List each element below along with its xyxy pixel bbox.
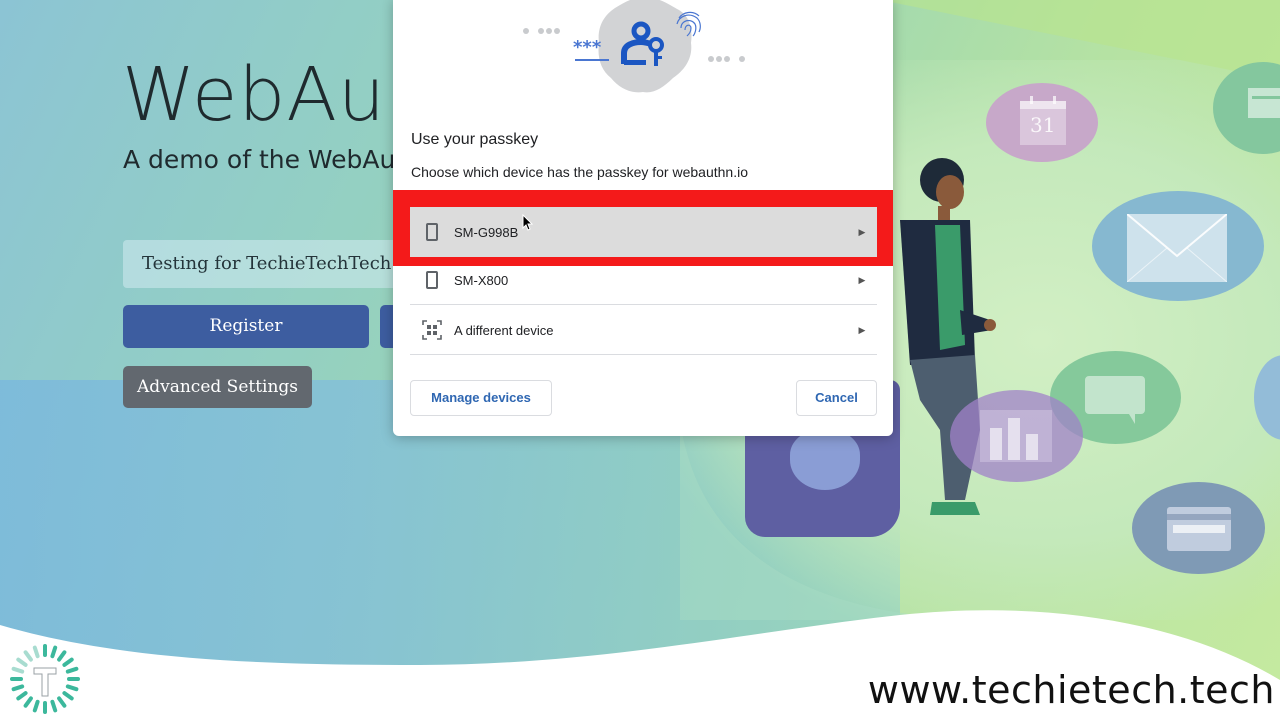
device-label: SM-G998B xyxy=(454,224,519,240)
phone-icon xyxy=(410,223,454,241)
chevron-right-icon: ▶ xyxy=(858,274,866,285)
page-subtitle: A demo of the WebAu xyxy=(123,145,396,174)
chat-icon xyxy=(1085,376,1145,424)
logo-tick xyxy=(32,645,40,659)
device-label: SM-X800 xyxy=(454,272,509,288)
dialog-subtitle: Choose which device has the passkey for … xyxy=(411,164,748,180)
dialog-title: Use your passkey xyxy=(411,131,539,148)
logo-tick xyxy=(23,650,33,662)
chevron-right-icon: ▶ xyxy=(858,226,866,237)
cancel-button[interactable]: Cancel xyxy=(796,380,877,416)
logo-tick xyxy=(57,650,67,662)
device-row-sm-x800[interactable]: SM-X800 ▶ xyxy=(410,255,877,305)
passkey-dialog: *** Use your passkey Choose which device… xyxy=(393,0,893,436)
bar-chart-icon xyxy=(980,410,1052,462)
logo-tick xyxy=(50,645,58,659)
logo-tick xyxy=(32,699,40,713)
presentation-icon xyxy=(1248,84,1280,124)
advanced-settings-button[interactable]: Advanced Settings xyxy=(123,366,312,408)
device-row-sm-g998b[interactable]: SM-G998B ▶ xyxy=(410,207,877,257)
logo-tick xyxy=(11,666,25,674)
logo-tick xyxy=(65,666,79,674)
shield-illustration xyxy=(790,430,860,490)
logo-tick xyxy=(65,684,79,692)
logo-tick xyxy=(16,657,28,667)
phone-icon xyxy=(410,271,454,289)
username-input[interactable]: Testing for TechieTechTech xyxy=(123,240,413,288)
logo-tick xyxy=(23,696,33,708)
logo-tick xyxy=(50,699,58,713)
password-asterisks: *** xyxy=(573,37,602,58)
logo-tick xyxy=(62,657,74,667)
logo-tick xyxy=(57,696,67,708)
device-row-different-device[interactable]: A different device ▶ xyxy=(410,305,877,355)
mail-bubble xyxy=(1092,191,1264,301)
chevron-right-icon: ▶ xyxy=(858,324,866,335)
credit-card-bubble xyxy=(1132,482,1265,574)
logo-tick xyxy=(11,684,25,692)
passkey-illustration: *** xyxy=(523,0,745,93)
envelope-icon xyxy=(1127,214,1227,282)
mouse-cursor-icon xyxy=(522,214,534,231)
techietech-logo xyxy=(10,644,80,714)
site-url-watermark: www.techietech.tech xyxy=(867,668,1275,712)
manage-devices-button[interactable]: Manage devices xyxy=(410,380,552,416)
chart-bubble xyxy=(950,390,1083,482)
logo-tick xyxy=(62,691,74,701)
calendar-day: 31 xyxy=(1030,113,1056,137)
device-label: A different device xyxy=(454,322,554,338)
logo-tick xyxy=(16,691,28,701)
page-title: WebAu xyxy=(122,52,386,138)
register-button[interactable]: Register xyxy=(123,305,369,348)
calendar-bubble: 31 xyxy=(986,83,1098,162)
qr-grid-icon xyxy=(410,320,454,340)
credit-card-icon xyxy=(1167,507,1231,551)
divider xyxy=(410,354,877,355)
